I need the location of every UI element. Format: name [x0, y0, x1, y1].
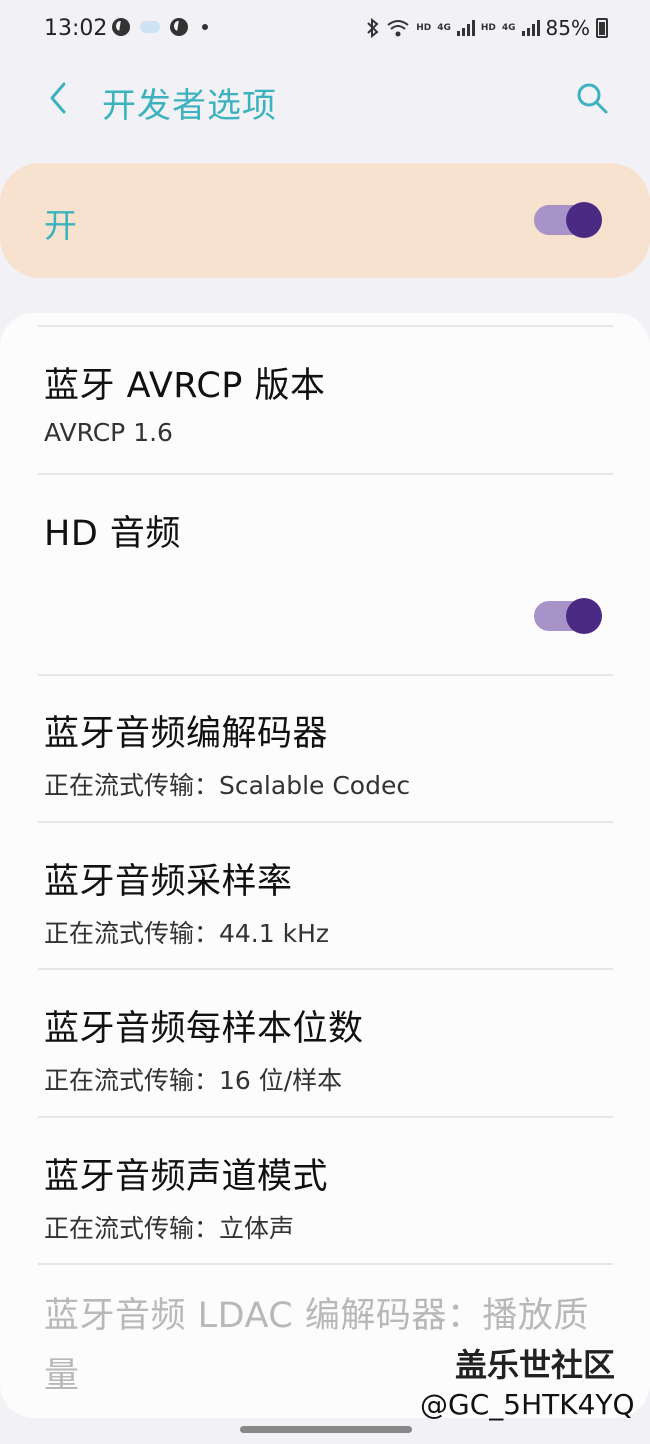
- signal-icon: [521, 20, 540, 36]
- toggle-thumb: [566, 598, 602, 634]
- divider: [38, 674, 613, 676]
- divider: [38, 1116, 613, 1118]
- status-time: 13:02: [44, 16, 108, 41]
- battery-icon: [596, 18, 608, 38]
- developer-options-master-switch[interactable]: 开: [0, 163, 650, 278]
- watermark-community: 盖乐世社区: [455, 1346, 616, 1384]
- list-item-hd-audio[interactable]: HD 音频: [44, 505, 614, 655]
- list-item-bits-per-sample[interactable]: 蓝牙音频每样本位数 正在流式传输：16 位/样本: [44, 1000, 614, 1097]
- item-title: HD 音频: [44, 514, 181, 554]
- divider: [38, 325, 613, 327]
- status-bar: 13:02 HD 4G HD 4G 85%: [0, 0, 650, 60]
- toggle-thumb: [566, 202, 602, 238]
- list-item-avrcp-version[interactable]: 蓝牙 AVRCP 版本 AVRCP 1.6: [44, 357, 614, 447]
- item-title: 蓝牙音频每样本位数: [44, 1009, 364, 1049]
- item-title: 蓝牙音频采样率: [44, 862, 293, 902]
- back-button[interactable]: [38, 78, 78, 118]
- wifi-icon: [387, 20, 409, 37]
- divider: [38, 821, 613, 823]
- hd-audio-toggle[interactable]: [534, 596, 602, 636]
- item-subtitle: 正在流式传输：44.1 kHz: [44, 919, 330, 948]
- list-item-sample-rate[interactable]: 蓝牙音频采样率 正在流式传输：44.1 kHz: [44, 853, 614, 950]
- master-switch-label: 开: [44, 206, 77, 245]
- item-title: 蓝牙音频声道模式: [44, 1157, 329, 1197]
- app-bar: 开发者选项: [0, 60, 650, 140]
- bluetooth-icon: [367, 18, 379, 38]
- globe-icon: [112, 18, 130, 36]
- item-subtitle: 正在流式传输：16 位/样本: [44, 1066, 343, 1095]
- system-icons: HD 4G HD 4G 85%: [366, 16, 608, 40]
- network-type-label: 4G: [501, 23, 516, 33]
- hd-label: HD: [416, 23, 432, 33]
- search-icon: [577, 83, 608, 114]
- weather-icon: [140, 21, 160, 33]
- divider: [38, 968, 613, 970]
- list-item-audio-codec[interactable]: 蓝牙音频编解码器 正在流式传输：Scalable Codec: [44, 705, 614, 802]
- chevron-left-icon: [50, 82, 66, 114]
- settings-list: 蓝牙 AVRCP 版本 AVRCP 1.6 HD 音频 蓝牙音频编解码器 正在流…: [0, 313, 650, 1418]
- signal-icon: [456, 20, 475, 36]
- item-title: 蓝牙 AVRCP 版本: [44, 366, 326, 406]
- notification-icons: [112, 18, 208, 36]
- master-toggle[interactable]: [534, 200, 602, 240]
- network-type-label: 4G: [437, 23, 451, 33]
- divider: [38, 1263, 613, 1265]
- divider: [38, 473, 613, 475]
- hd-label: HD: [480, 23, 496, 33]
- battery-percent: 85%: [545, 16, 590, 40]
- item-subtitle: AVRCP 1.6: [44, 418, 173, 447]
- search-button[interactable]: [572, 78, 612, 118]
- page-title: 开发者选项: [102, 86, 277, 126]
- globe-icon: [170, 18, 188, 36]
- list-item-channel-mode[interactable]: 蓝牙音频声道模式 正在流式传输：立体声: [44, 1148, 614, 1245]
- gesture-navigation-bar[interactable]: [240, 1426, 412, 1433]
- item-subtitle: 正在流式传输：立体声: [44, 1214, 295, 1243]
- item-subtitle: 正在流式传输：Scalable Codec: [44, 771, 411, 800]
- more-notifications-icon: [202, 24, 208, 30]
- item-title: 蓝牙音频编解码器: [44, 714, 329, 754]
- watermark-user: @GC_5HTK4YQ: [420, 1388, 635, 1421]
